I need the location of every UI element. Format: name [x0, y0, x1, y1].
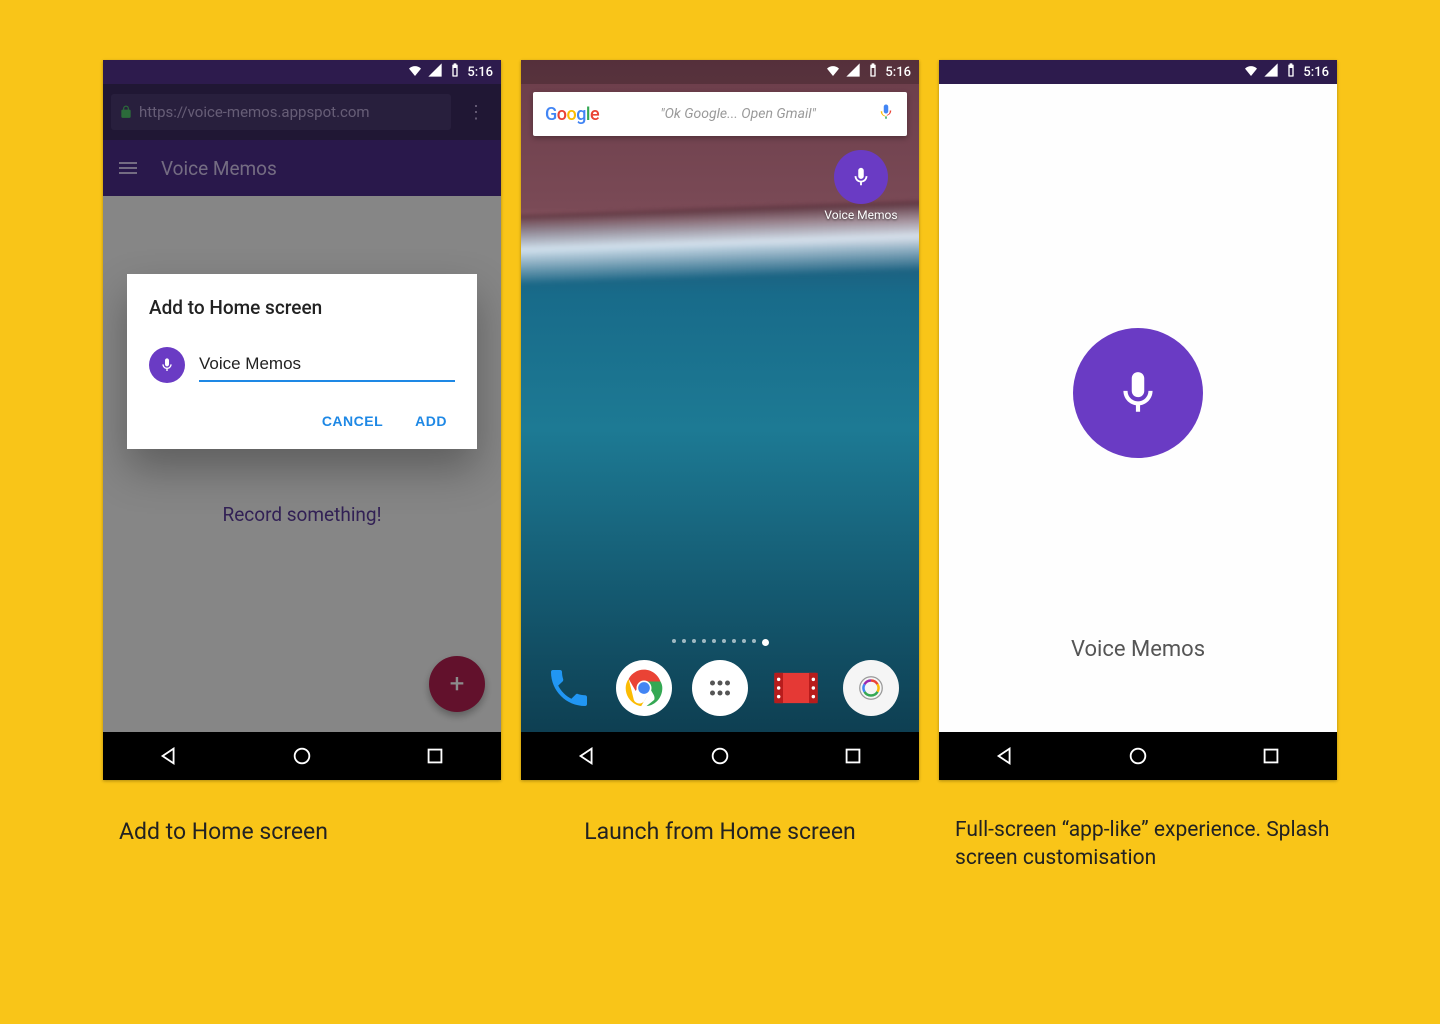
signal-icon	[427, 62, 443, 82]
caption-3: Full-screen “app-like” experience. Splas…	[939, 816, 1337, 873]
android-navbar	[103, 732, 501, 780]
wifi-icon	[407, 62, 423, 82]
dock	[521, 652, 919, 724]
nav-home-icon[interactable]	[1108, 732, 1168, 780]
dialog-title: Add to Home screen	[149, 296, 455, 319]
wifi-icon	[1243, 62, 1259, 82]
screen: https://voice-memos.appspot.com ⋮ Voice …	[103, 84, 501, 732]
splash-screen: Voice Memos	[939, 84, 1337, 732]
mic-icon	[1073, 328, 1203, 458]
android-navbar	[939, 732, 1337, 780]
status-time: 5:16	[1303, 65, 1329, 80]
mic-icon	[149, 347, 185, 383]
phone-splash-screen: 5:16 Voice Memos	[939, 60, 1337, 780]
nav-home-icon[interactable]	[272, 732, 332, 780]
page-indicator	[521, 639, 919, 646]
status-time: 5:16	[885, 65, 911, 80]
caption-1: Add to Home screen	[103, 816, 501, 873]
wifi-icon	[825, 62, 841, 82]
android-navbar	[521, 732, 919, 780]
cancel-button[interactable]: CANCEL	[322, 413, 383, 429]
status-time: 5:16	[467, 65, 493, 80]
nav-back-icon[interactable]	[557, 732, 617, 780]
caption-2: Launch from Home screen	[521, 816, 919, 873]
app-drawer-icon[interactable]	[692, 660, 748, 716]
nav-recent-icon[interactable]	[1241, 732, 1301, 780]
mic-icon	[834, 150, 888, 204]
camera-app-icon[interactable]	[843, 660, 899, 716]
nav-recent-icon[interactable]	[405, 732, 465, 780]
voice-icon[interactable]	[877, 101, 895, 127]
phone-home-screen: 5:16 Google "Ok Google... Open Gmail" Vo…	[521, 60, 919, 780]
add-button[interactable]: ADD	[415, 413, 447, 429]
signal-icon	[1263, 62, 1279, 82]
video-app-icon[interactable]	[768, 660, 824, 716]
phone-app-icon[interactable]	[541, 660, 597, 716]
google-logo: Google	[545, 104, 599, 125]
chrome-app-icon[interactable]	[616, 660, 672, 716]
battery-icon	[447, 62, 463, 82]
google-search-widget[interactable]: Google "Ok Google... Open Gmail"	[533, 92, 907, 136]
shortcut-name-input[interactable]	[199, 348, 455, 382]
splash-app-name: Voice Memos	[1071, 637, 1205, 662]
status-bar: 5:16	[103, 60, 501, 84]
nav-back-icon[interactable]	[975, 732, 1035, 780]
voice-memos-shortcut[interactable]: Voice Memos	[823, 150, 899, 222]
status-bar: 5:16	[939, 60, 1337, 84]
signal-icon	[845, 62, 861, 82]
search-hint: "Ok Google... Open Gmail"	[611, 106, 865, 122]
nav-recent-icon[interactable]	[823, 732, 883, 780]
battery-icon	[1283, 62, 1299, 82]
phone-add-to-home: 5:16 https://voice-memos.appspot.com ⋮ V…	[103, 60, 501, 780]
shortcut-label: Voice Memos	[824, 208, 897, 222]
nav-back-icon[interactable]	[139, 732, 199, 780]
nav-home-icon[interactable]	[690, 732, 750, 780]
status-bar: 5:16	[521, 60, 919, 84]
battery-icon	[865, 62, 881, 82]
add-to-home-dialog: Add to Home screen CANCEL ADD	[127, 274, 477, 449]
